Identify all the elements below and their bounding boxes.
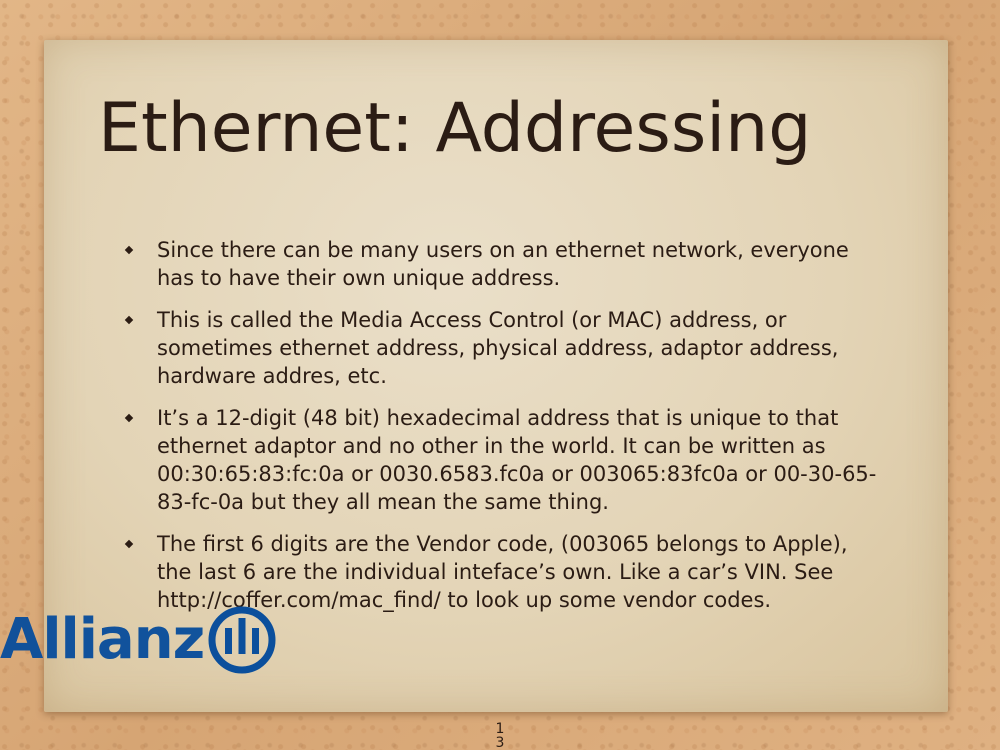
bullet-diamond-icon (124, 539, 134, 549)
bullet-diamond-icon (124, 413, 134, 423)
bullet-item: This is called the Media Access Control … (122, 306, 882, 390)
bullet-text: Since there can be many users on an ethe… (157, 238, 849, 290)
bullet-text: This is called the Media Access Control … (157, 308, 839, 388)
allianz-eagle-icon (208, 606, 276, 674)
allianz-logo: Allianz (0, 600, 278, 680)
bullet-item: Since there can be many users on an ethe… (122, 236, 882, 292)
bullet-list: Since there can be many users on an ethe… (122, 236, 882, 628)
bullet-item: It’s a 12-digit (48 bit) hexadecimal add… (122, 404, 882, 516)
slide-title: Ethernet: Addressing (98, 89, 812, 168)
bullet-diamond-icon (124, 315, 134, 325)
bullet-diamond-icon (124, 245, 134, 255)
logo-wordmark: Allianz (0, 607, 205, 672)
page-number: 13 (495, 721, 505, 750)
bullet-text: It’s a 12-digit (48 bit) hexadecimal add… (157, 406, 877, 514)
